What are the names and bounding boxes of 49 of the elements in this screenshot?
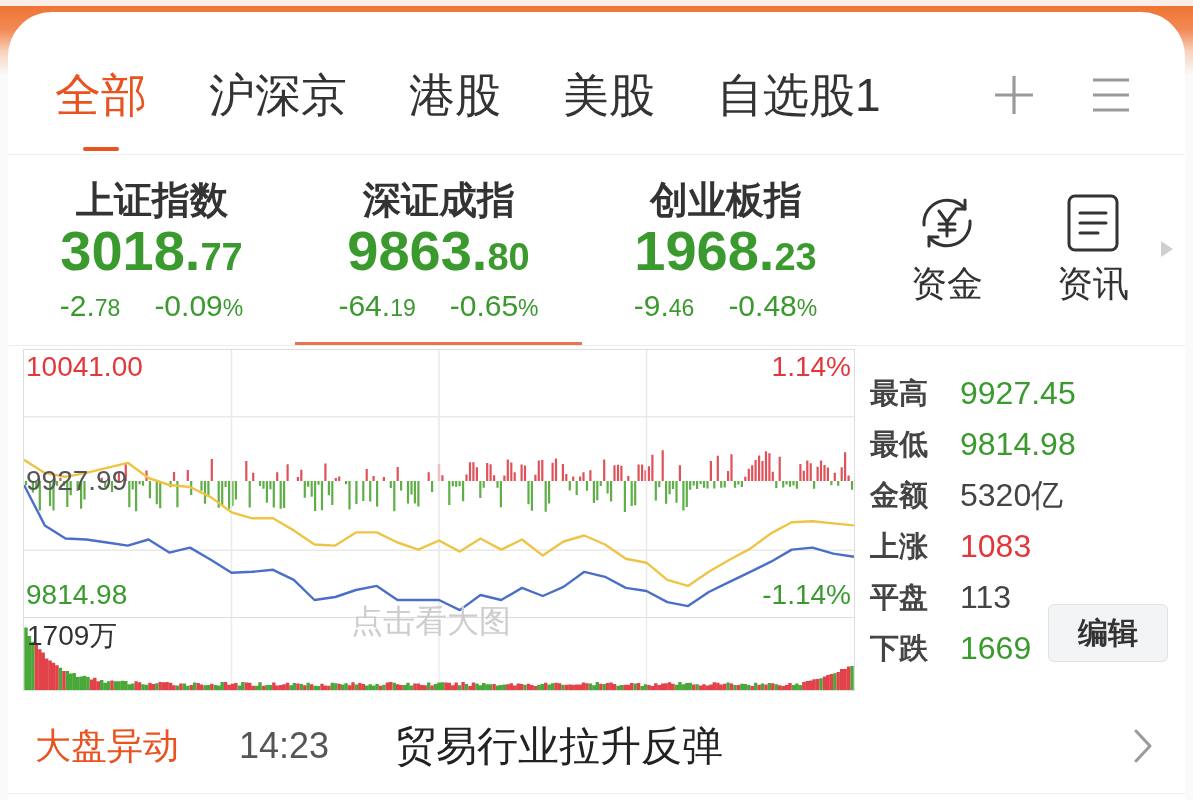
stat-value: 113 <box>960 577 1011 616</box>
index-card[interactable]: 创业板指 1968.23 -9.46 -0.48% <box>582 155 869 345</box>
stat-value: 5320亿 <box>960 475 1064 514</box>
chevron-right-icon <box>1133 729 1153 763</box>
index-change-percent: -0.09% <box>154 288 244 324</box>
percent-label: 1.14% <box>771 350 851 384</box>
edit-button[interactable]: 编辑 <box>1048 604 1168 662</box>
news-item[interactable]: 大盘异动 14:23 贸易行业拉升反弹 <box>8 699 1185 794</box>
news-tag: 大盘异动 <box>35 724 179 768</box>
index-value: 9863.80 <box>347 223 530 284</box>
market-tab[interactable]: 自选股1 <box>717 67 881 151</box>
stat-value: 1669 <box>960 628 1032 667</box>
index-name: 深证成指 <box>362 178 515 223</box>
stat-label: 下跌 <box>870 630 928 666</box>
stat-value: 9814.98 <box>960 424 1076 463</box>
news-time: 14:23 <box>239 724 330 768</box>
index-card[interactable]: 上证指数 3018.77 -2.78 -0.09% <box>8 155 295 345</box>
shortcut-button[interactable]: 资金 <box>869 155 1025 306</box>
percent-label: -1.14% <box>762 578 851 612</box>
market-tab[interactable]: 沪深京 <box>209 67 347 151</box>
news-headline: 贸易行业拉升反弹 <box>395 722 724 770</box>
index-change-percent: -0.48% <box>728 288 818 324</box>
shortcut-button[interactable]: 资讯 <box>1025 155 1161 306</box>
menu-icon[interactable] <box>1092 78 1130 112</box>
axis-label: 9814.98 <box>26 578 128 612</box>
index-name: 创业板指 <box>649 178 802 223</box>
index-change: -2.78 <box>59 288 121 324</box>
right-arrow-icon[interactable] <box>1161 241 1173 257</box>
index-name: 上证指数 <box>75 178 228 223</box>
market-tab[interactable]: 全部 <box>55 67 147 151</box>
index-card[interactable]: 深证成指 9863.80 -64.19 -0.65% <box>295 155 582 345</box>
stat-label: 平盘 <box>870 579 928 615</box>
volume-label: 1709万 <box>27 620 118 652</box>
stat-value: 1083 <box>960 526 1032 565</box>
axis-label: 10041.00 <box>26 350 143 384</box>
stat-label: 金额 <box>870 477 928 513</box>
index-change-percent: -0.65% <box>449 288 539 324</box>
market-tab[interactable]: 美股 <box>563 67 655 151</box>
stat-label: 最高 <box>870 375 928 411</box>
plus-icon[interactable] <box>994 75 1034 115</box>
stat-label: 最低 <box>870 426 928 462</box>
stat-value: 9927.45 <box>960 373 1076 412</box>
market-tab[interactable]: 港股 <box>409 67 501 151</box>
index-value: 3018.77 <box>60 223 243 284</box>
document-icon <box>1067 194 1119 252</box>
index-change: -64.19 <box>338 288 416 324</box>
stat-label: 上涨 <box>870 528 928 564</box>
index-change: -9.46 <box>633 288 695 324</box>
index-value: 1968.23 <box>634 223 817 284</box>
